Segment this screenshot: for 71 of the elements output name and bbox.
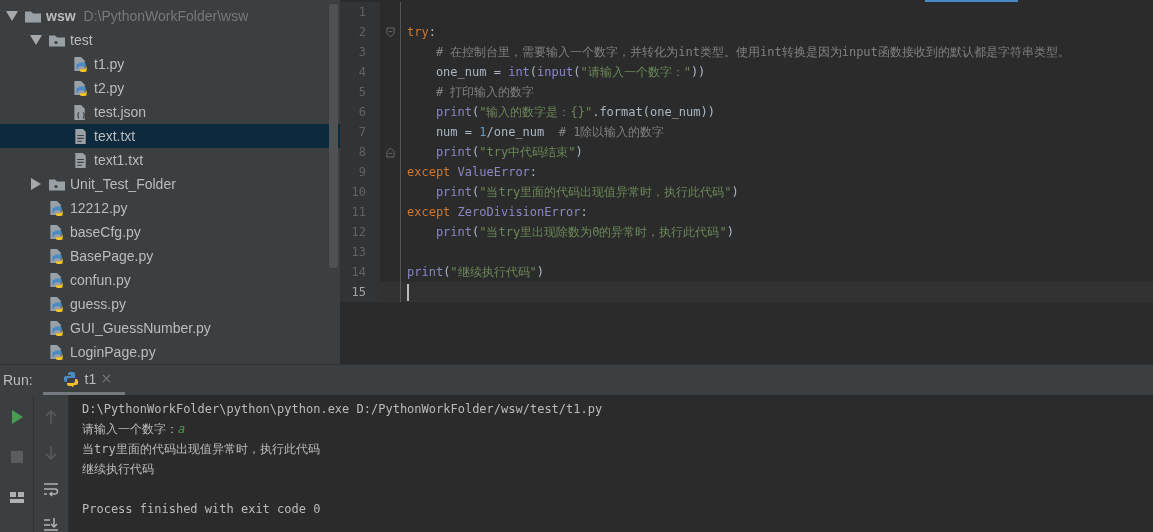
file-name: wsw <box>46 8 76 24</box>
python-file-icon <box>48 319 66 337</box>
scrollbar-thumb[interactable] <box>329 4 338 268</box>
python-file-icon <box>48 223 66 241</box>
tree-item[interactable]: test <box>0 28 340 52</box>
text-cursor <box>407 283 409 301</box>
tree-item[interactable]: BasePage.py <box>0 244 340 268</box>
console-line: 继续执行代码 <box>82 462 154 476</box>
tree-item[interactable]: guess.py <box>0 292 340 316</box>
fold-end-icon[interactable] <box>385 146 395 158</box>
folder-path: D:\PythonWorkFolder\wsw <box>83 8 249 24</box>
file-name: GUI_GuessNumber.py <box>70 320 211 336</box>
tree-item[interactable]: t1.py <box>0 52 340 76</box>
code-line: print("继续执行代码") <box>407 263 545 281</box>
python-file-icon <box>72 55 90 73</box>
file-name: baseCfg.py <box>70 224 141 240</box>
fold-icon[interactable] <box>385 26 395 38</box>
code-line: print("try中代码结束") <box>434 143 583 161</box>
python-file-icon <box>48 343 66 361</box>
tree-item[interactable]: confun.py <box>0 268 340 292</box>
layout-icon[interactable] <box>8 489 25 505</box>
tree-item[interactable]: test.json <box>0 100 340 124</box>
tree-item[interactable]: GUI_GuessNumber.py <box>0 316 340 340</box>
up-arrow-icon[interactable] <box>43 409 59 425</box>
file-name: confun.py <box>70 272 131 288</box>
file-name: text.txt <box>94 128 136 144</box>
code-line: num = 1/one_num # 1除以输入的数字 <box>434 123 665 141</box>
scroll-to-end-icon[interactable] <box>43 517 59 532</box>
python-file-icon <box>48 295 66 313</box>
code-line: except ValueError: <box>407 165 538 179</box>
file-name: text1.txt <box>94 152 144 168</box>
console-line: D:\PythonWorkFolder\python\python.exe D:/PythonWorkFolder/wsw/test/t1.py <box>82 402 603 416</box>
console-line: 当try里面的代码出现值异常时，执行此代码 <box>82 442 320 456</box>
file-name: LoginPage.py <box>70 344 156 360</box>
file-name: BasePage.py <box>70 248 154 264</box>
console-prompt: 请输入一个数字： <box>82 422 178 436</box>
close-icon[interactable] <box>102 374 112 383</box>
tree-item[interactable]: text.txt <box>0 124 340 148</box>
file-name: t1.py <box>94 56 125 72</box>
python-file-icon <box>48 247 66 265</box>
tree-item[interactable]: LoginPage.py <box>0 340 340 364</box>
file-name: guess.py <box>70 296 127 312</box>
code-line: print("当try里面的代码出现值异常时，执行此代码") <box>434 183 739 201</box>
python-file-icon <box>72 79 90 97</box>
tree-item[interactable]: Unit_Test_Folder <box>0 172 340 196</box>
tree-item[interactable]: 12212.py <box>0 196 340 220</box>
tree-item[interactable]: text1.txt <box>0 148 340 172</box>
python-file-icon <box>48 199 66 217</box>
code-line: print("输入的数字是：{}".format(one_num)) <box>434 103 715 121</box>
file-name: test.json <box>94 104 147 120</box>
tree-item[interactable]: baseCfg.py <box>0 220 340 244</box>
code-line: except ZeroDivisionError: <box>407 205 588 219</box>
file-name: 12212.py <box>70 200 128 216</box>
file-name: t2.py <box>94 80 125 96</box>
tree-item[interactable]: t2.py <box>0 76 340 100</box>
code-line: print("当try里出现除数为0的异常时，执行此代码") <box>434 223 734 241</box>
file-name: Unit_Test_Folder <box>70 176 176 192</box>
typed-input-text: a <box>178 422 186 436</box>
code-line: # 在控制台里，需要输入一个数字，并转化为int类型。使用int转换是因为input函数接收到的默认都是字符串类型。 <box>434 43 1070 61</box>
file-name: test <box>70 32 93 48</box>
run-label: Run: <box>2 372 34 388</box>
tree-item[interactable]: wsw D:\PythonWorkFolder\wsw <box>0 4 340 28</box>
down-arrow-icon[interactable] <box>43 445 59 461</box>
code-line: one_num = int(input("请输入一个数字：")) <box>434 63 706 81</box>
stop-icon[interactable] <box>8 449 25 465</box>
python-icon <box>62 370 79 387</box>
soft-wrap-icon[interactable] <box>43 481 59 497</box>
code-line: try: <box>407 25 436 39</box>
console-line: Process finished with exit code 0 <box>82 502 321 516</box>
python-file-icon <box>48 271 66 289</box>
code-line: # 打印输入的数字 <box>434 83 535 101</box>
